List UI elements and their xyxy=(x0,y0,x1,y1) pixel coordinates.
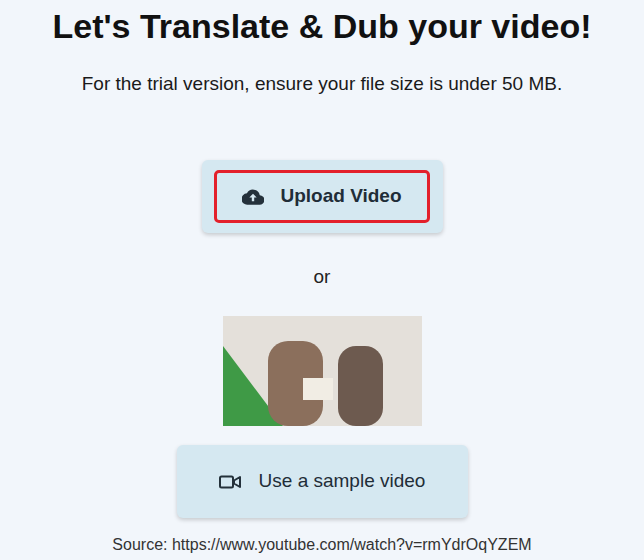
upload-video-label: Upload Video xyxy=(280,182,401,211)
upload-highlight: Upload Video xyxy=(214,170,430,223)
upload-video-button[interactable]: Upload Video xyxy=(202,160,443,233)
sample-video-button[interactable]: Use a sample video xyxy=(177,445,468,518)
video-camera-icon xyxy=(219,474,241,490)
cloud-upload-icon xyxy=(242,188,264,206)
or-separator: or xyxy=(314,265,331,289)
page-title: Let's Translate & Dub your video! xyxy=(53,4,592,48)
video-source: Source: https://www.youtube.com/watch?v=… xyxy=(112,535,531,555)
sample-video-thumbnail[interactable] xyxy=(223,316,422,426)
sample-video-label: Use a sample video xyxy=(259,467,426,496)
page-subtitle: For the trial version, ensure your file … xyxy=(82,70,562,98)
